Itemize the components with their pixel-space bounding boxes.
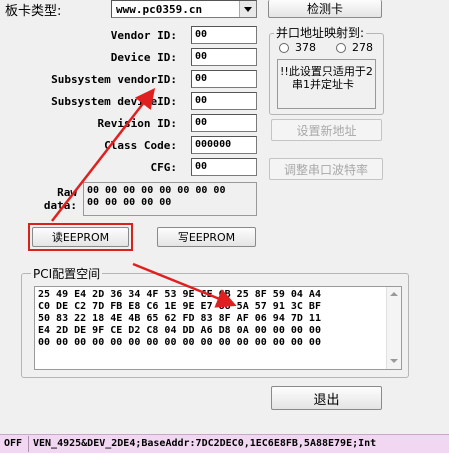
status-device-info: VEN_4925&DEV_2DE4;BaseAddr:7DC2DEC0,1EC6… <box>33 438 377 449</box>
status-state: OFF <box>4 438 23 449</box>
status-bar: OFF VEN_4925&DEV_2DE4;BaseAddr:7DC2DEC0,… <box>0 434 449 453</box>
annotation-arrows <box>51 88 237 308</box>
arrow-to-pci-space <box>132 262 237 308</box>
status-divider <box>28 436 29 452</box>
arrow-to-id-fields <box>51 88 156 222</box>
